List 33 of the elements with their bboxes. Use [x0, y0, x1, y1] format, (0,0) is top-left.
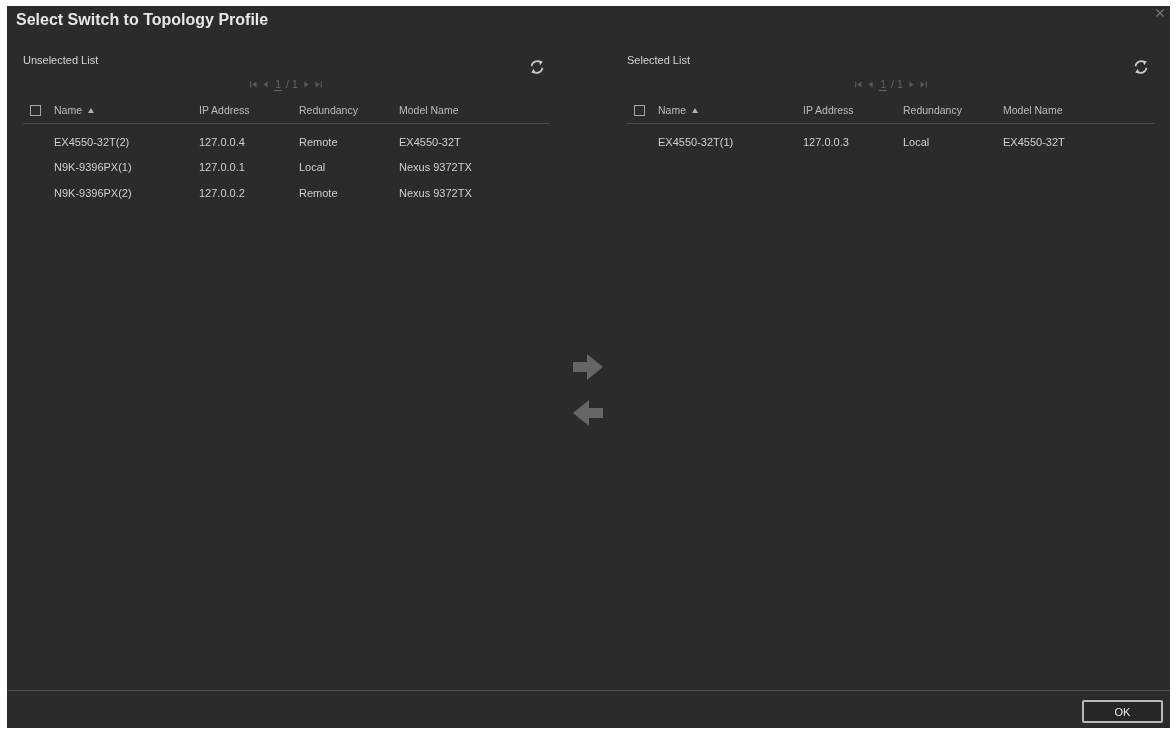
window-title: Select Switch to Topology Profile	[16, 10, 269, 30]
column-header[interactable]: IP Address	[803, 103, 854, 117]
table-cell: 127.0.0.1	[199, 160, 245, 175]
table-cell: N9K-9396PX(1)	[54, 160, 132, 175]
select-all-checkbox[interactable]	[634, 104, 645, 116]
table-cell: 127.0.0.3	[803, 134, 849, 149]
column-header[interactable]: IP Address	[199, 103, 250, 117]
list-title: Selected List	[627, 53, 690, 67]
table-cell: 127.0.0.2	[199, 185, 245, 200]
table-cell: Remote	[299, 185, 338, 200]
column-header[interactable]: Redundancy	[299, 103, 358, 117]
refresh-icon[interactable]	[1133, 59, 1149, 75]
table-cell: Nexus 9372TX	[399, 185, 472, 200]
column-header[interactable]: Name	[54, 103, 82, 117]
list-title: Unselected List	[23, 53, 99, 67]
table-cell: 127.0.0.4	[199, 134, 245, 149]
column-header[interactable]: Model Name	[399, 103, 459, 117]
table-cell: EX4550-32T	[1003, 134, 1065, 149]
table-cell: EX4550-32T(2)	[54, 134, 130, 149]
refresh-icon[interactable]	[529, 59, 545, 75]
close-icon[interactable]	[1156, 9, 1164, 17]
table-cell: Local	[903, 134, 930, 149]
column-header[interactable]: Model Name	[1003, 103, 1063, 117]
table-cell: EX4550-32T	[399, 134, 461, 149]
ok-button[interactable]: OK	[1082, 700, 1163, 723]
column-header[interactable]: Redundancy	[903, 103, 962, 117]
table-cell: Nexus 9372TX	[399, 160, 472, 175]
select-all-checkbox[interactable]	[30, 104, 41, 116]
table-cell: EX4550-32T(1)	[658, 134, 734, 149]
column-header[interactable]: Name	[658, 103, 686, 117]
table-cell: Local	[299, 160, 326, 175]
table-cell: Remote	[299, 134, 338, 149]
table-cell: N9K-9396PX(2)	[54, 185, 132, 200]
